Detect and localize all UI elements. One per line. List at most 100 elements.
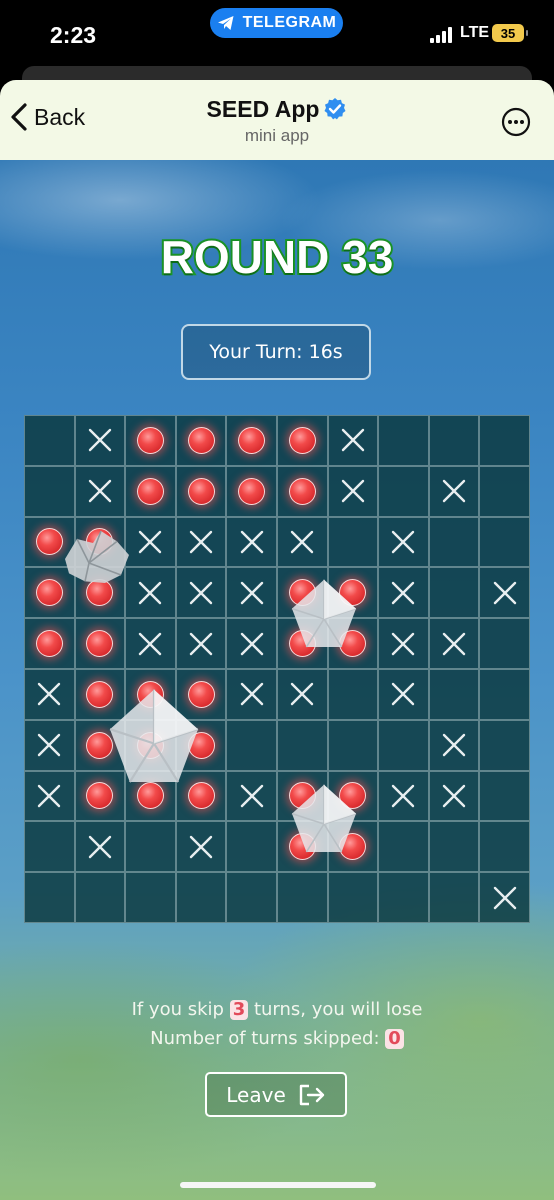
- board-cell-hit[interactable]: [277, 567, 328, 619]
- board-cell-empty[interactable]: [226, 872, 277, 923]
- board-cell-hit[interactable]: [277, 618, 328, 669]
- board-cell-empty[interactable]: [479, 770, 530, 822]
- board-cell-empty[interactable]: [277, 872, 328, 923]
- board-cell-miss[interactable]: [479, 567, 530, 619]
- board-cell-miss[interactable]: [125, 516, 176, 568]
- board-cell-empty[interactable]: [125, 821, 176, 873]
- board-cell-empty[interactable]: [479, 821, 530, 873]
- board-cell-empty[interactable]: [327, 516, 379, 568]
- board-cell-empty[interactable]: [24, 872, 75, 923]
- board-cell-hit[interactable]: [24, 567, 75, 619]
- board-cell-hit[interactable]: [125, 415, 176, 466]
- board-cell-empty[interactable]: [327, 872, 379, 923]
- board-cell-empty[interactable]: [378, 415, 429, 466]
- board-cell-empty[interactable]: [327, 669, 379, 720]
- board-cell-empty[interactable]: [378, 719, 429, 771]
- board-cell-hit[interactable]: [74, 770, 126, 822]
- leave-button[interactable]: Leave: [205, 1072, 347, 1117]
- board-cell-miss[interactable]: [125, 567, 176, 619]
- board-cell-empty[interactable]: [428, 516, 480, 568]
- board-cell-miss[interactable]: [277, 516, 328, 568]
- board-cell-miss[interactable]: [327, 465, 379, 517]
- board-cell-miss[interactable]: [24, 669, 75, 720]
- board-cell-miss[interactable]: [226, 618, 277, 669]
- board-cell-hit[interactable]: [327, 618, 379, 669]
- board-cell-empty[interactable]: [277, 719, 328, 771]
- board-cell-hit[interactable]: [226, 465, 277, 517]
- board-cell-miss[interactable]: [378, 567, 429, 619]
- board-cell-miss[interactable]: [226, 669, 277, 720]
- board-cell-hit[interactable]: [327, 770, 379, 822]
- board-cell-empty[interactable]: [226, 821, 277, 873]
- board-cell-empty[interactable]: [378, 821, 429, 873]
- board-cell-empty[interactable]: [125, 872, 176, 923]
- board-cell-miss[interactable]: [74, 465, 126, 517]
- board-cell-hit[interactable]: [74, 618, 126, 669]
- board-cell-miss[interactable]: [428, 770, 480, 822]
- board-cell-miss[interactable]: [378, 669, 429, 720]
- board-cell-empty[interactable]: [479, 415, 530, 466]
- board-cell-hit[interactable]: [24, 516, 75, 568]
- board-cell-miss[interactable]: [428, 465, 480, 517]
- board-cell-hit[interactable]: [74, 719, 126, 771]
- board-cell-hit[interactable]: [277, 821, 328, 873]
- board-cell-empty[interactable]: [226, 719, 277, 771]
- board-cell-hit[interactable]: [125, 669, 176, 720]
- board-cell-miss[interactable]: [428, 719, 480, 771]
- board-cell-hit[interactable]: [175, 719, 227, 771]
- board-cell-empty[interactable]: [428, 567, 480, 619]
- board-cell-hit[interactable]: [277, 415, 328, 466]
- board-cell-hit[interactable]: [327, 821, 379, 873]
- board-cell-empty[interactable]: [428, 415, 480, 466]
- board-cell-miss[interactable]: [327, 415, 379, 466]
- board-cell-hit[interactable]: [74, 567, 126, 619]
- board-cell-miss[interactable]: [175, 516, 227, 568]
- board-cell-empty[interactable]: [428, 669, 480, 720]
- board-cell-hit[interactable]: [277, 770, 328, 822]
- board-cell-hit[interactable]: [175, 415, 227, 466]
- board-cell-empty[interactable]: [479, 719, 530, 771]
- board-cell-hit[interactable]: [175, 770, 227, 822]
- board-cell-empty[interactable]: [175, 872, 227, 923]
- board-cell-empty[interactable]: [378, 465, 429, 517]
- board-cell-miss[interactable]: [378, 770, 429, 822]
- board-cell-hit[interactable]: [74, 669, 126, 720]
- board-cell-hit[interactable]: [125, 770, 176, 822]
- board-cell-empty[interactable]: [428, 872, 480, 923]
- board-cell-miss[interactable]: [175, 821, 227, 873]
- board-cell-miss[interactable]: [428, 618, 480, 669]
- board-cell-hit[interactable]: [226, 415, 277, 466]
- board-cell-empty[interactable]: [479, 516, 530, 568]
- board-cell-hit[interactable]: [175, 669, 227, 720]
- board-cell-miss[interactable]: [125, 618, 176, 669]
- board-cell-miss[interactable]: [74, 821, 126, 873]
- board-cell-miss[interactable]: [226, 770, 277, 822]
- board-cell-empty[interactable]: [327, 719, 379, 771]
- board-cell-hit[interactable]: [74, 516, 126, 568]
- board-cell-hit[interactable]: [175, 465, 227, 517]
- telegram-pill[interactable]: TELEGRAM: [210, 8, 343, 38]
- board-cell-hit[interactable]: [125, 465, 176, 517]
- board-cell-miss[interactable]: [226, 516, 277, 568]
- board-cell-empty[interactable]: [378, 872, 429, 923]
- board-cell-miss[interactable]: [175, 567, 227, 619]
- more-options-icon[interactable]: [501, 107, 531, 137]
- board-cell-miss[interactable]: [226, 567, 277, 619]
- board-cell-miss[interactable]: [378, 516, 429, 568]
- board-cell-empty[interactable]: [24, 465, 75, 517]
- board-cell-hit[interactable]: [125, 719, 176, 771]
- board-cell-miss[interactable]: [24, 719, 75, 771]
- board-cell-miss[interactable]: [378, 618, 429, 669]
- board-cell-empty[interactable]: [479, 618, 530, 669]
- board-cell-miss[interactable]: [24, 770, 75, 822]
- board-cell-empty[interactable]: [479, 669, 530, 720]
- board-cell-empty[interactable]: [479, 465, 530, 517]
- board-cell-empty[interactable]: [74, 872, 126, 923]
- board-cell-hit[interactable]: [327, 567, 379, 619]
- board-cell-miss[interactable]: [277, 669, 328, 720]
- board-cell-miss[interactable]: [74, 415, 126, 466]
- board-cell-miss[interactable]: [479, 872, 530, 923]
- board-cell-hit[interactable]: [277, 465, 328, 517]
- board-cell-empty[interactable]: [428, 821, 480, 873]
- board-cell-miss[interactable]: [175, 618, 227, 669]
